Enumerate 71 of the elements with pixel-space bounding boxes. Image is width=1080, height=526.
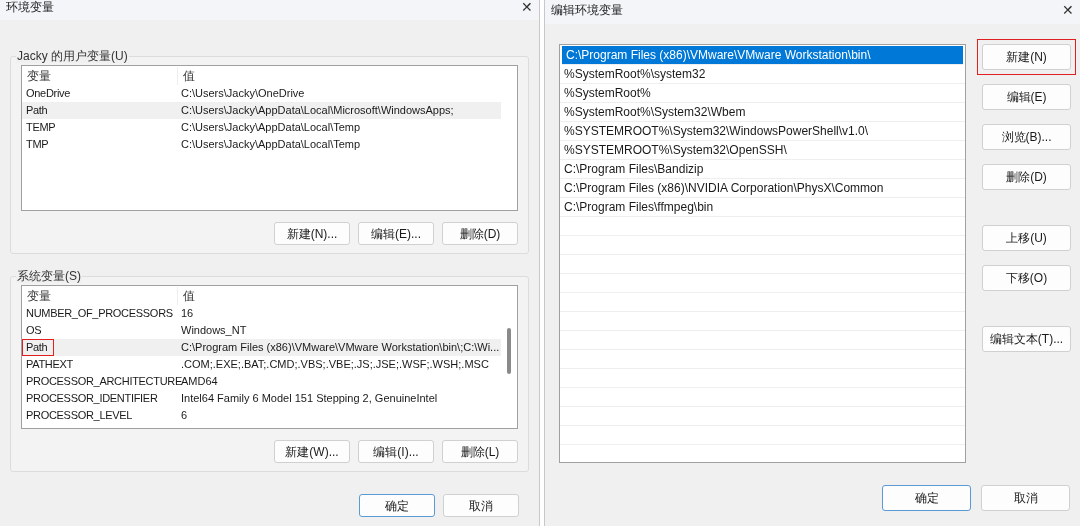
variable-name: OS bbox=[25, 323, 43, 338]
dialog-button[interactable]: 编辑(E)... bbox=[358, 222, 434, 245]
list-row[interactable]: PROCESSOR_LEVEL 6 bbox=[22, 407, 501, 424]
window-title: 环境变量 bbox=[6, 0, 54, 16]
variable-value: C:\Users\Jacky\OneDrive bbox=[180, 86, 305, 102]
window-title: 编辑环境变量 bbox=[551, 2, 623, 19]
list-row[interactable]: NUMBER_OF_PROCESSORS 16 bbox=[22, 305, 501, 322]
list-row[interactable]: OS Windows_NT bbox=[22, 322, 501, 339]
list-row[interactable]: OneDrive C:\Users\Jacky\OneDrive bbox=[22, 85, 501, 102]
list-row[interactable]: PROCESSOR_ARCHITECTUREAMD64 bbox=[22, 373, 501, 390]
variable-name: Path bbox=[25, 103, 49, 118]
side-button[interactable]: 新建(N) bbox=[982, 44, 1071, 70]
variable-value: C:\Users\Jacky\AppData\Local\Microsoft\WindowsApps; bbox=[180, 103, 454, 119]
dialog-button[interactable]: 新建(N)... bbox=[274, 222, 350, 245]
variable-name: OneDrive bbox=[25, 86, 72, 101]
dialog-button[interactable]: 删除(D) bbox=[442, 222, 518, 245]
side-button[interactable]: 编辑文本(T)... bbox=[982, 326, 1071, 352]
variable-name: PROCESSOR_LEVEL bbox=[25, 408, 134, 423]
group-label: Jacky 的用户变量(U) bbox=[15, 48, 130, 63]
variable-value: C:\Program Files (x86)\VMware\VMware Workstation\bin\;C:\Wi... bbox=[180, 340, 500, 356]
scrollbar-thumb[interactable] bbox=[507, 328, 511, 374]
variable-value: C:\Users\Jacky\AppData\Local\Temp bbox=[180, 137, 361, 153]
dialog-button[interactable]: 新建(W)... bbox=[274, 440, 350, 463]
path-entry[interactable]: %SystemRoot%\System32\Wbem bbox=[560, 103, 965, 122]
variable-list[interactable] bbox=[21, 285, 518, 429]
variable-name: NUMBER_OF_PROCESSORS bbox=[25, 306, 174, 321]
variable-value: Intel64 Family 6 Model 151 Stepping 2, GenuineIntel bbox=[180, 391, 438, 407]
variable-value: C:\Users\Jacky\AppData\Local\Temp bbox=[180, 120, 361, 136]
cancel-button[interactable]: 取消 bbox=[981, 485, 1070, 511]
path-entry[interactable]: C:\Program Files (x86)\VMware\VMware Workstation\bin\ bbox=[562, 46, 963, 65]
side-button[interactable]: 浏览(B)... bbox=[982, 124, 1071, 150]
variable-name: TMP bbox=[25, 137, 50, 152]
list-row[interactable]: TEMP C:\Users\Jacky\AppData\Local\Temp bbox=[22, 119, 501, 136]
side-button[interactable]: 下移(O) bbox=[982, 265, 1071, 291]
list-row[interactable]: Path C:\Program Files (x86)\VMware\VMware Workstation\bin\;C:\Wi... bbox=[22, 339, 501, 356]
variable-name: TEMP bbox=[25, 120, 57, 135]
variable-value: .COM;.EXE;.BAT;.CMD;.VBS;.VBE;.JS;.JSE;.WSF;.WSH;.MSC bbox=[180, 357, 489, 373]
list-row[interactable]: PATHEXT .COM;.EXE;.BAT;.CMD;.VBS;.VBE;.JS;.JSE;.WSF;.WSH;.MSC bbox=[22, 356, 501, 373]
side-button[interactable]: 编辑(E) bbox=[982, 84, 1071, 110]
variable-name: Path bbox=[22, 339, 55, 356]
path-entry[interactable]: %SYSTEMROOT%\System32\WindowsPowerShell\v1.0\ bbox=[560, 122, 965, 141]
close-button[interactable]: ✕ bbox=[521, 0, 533, 18]
ok-button[interactable]: 确定 bbox=[359, 494, 435, 517]
dialog-button[interactable]: 编辑(I)... bbox=[358, 440, 434, 463]
dialog-button[interactable]: 删除(L) bbox=[442, 440, 518, 463]
path-entry[interactable]: %SYSTEMROOT%\System32\OpenSSH\ bbox=[560, 141, 965, 160]
column-header[interactable]: 值 bbox=[178, 286, 195, 305]
list-row[interactable]: PROCESSOR_IDENTIFIER Intel64 Family 6 Model 151 Stepping 2, GenuineIntel bbox=[22, 390, 501, 407]
side-button[interactable]: 上移(U) bbox=[982, 225, 1071, 251]
path-entry[interactable]: C:\Program Files\Bandizip bbox=[560, 160, 965, 179]
column-header[interactable]: 变量 bbox=[22, 286, 178, 305]
column-header[interactable]: 值 bbox=[178, 66, 195, 85]
ok-button[interactable]: 确定 bbox=[882, 485, 971, 511]
path-entry[interactable]: %SystemRoot%\system32 bbox=[560, 65, 965, 84]
variable-name: PATHEXT bbox=[25, 357, 74, 372]
column-header[interactable]: 变量 bbox=[22, 66, 178, 85]
path-entry[interactable]: C:\Program Files\ffmpeg\bin bbox=[560, 198, 965, 217]
variable-list[interactable]: 变量 值 OneDrive C:\Users\Jacky\OneDrive Path C:\Users\Jacky\AppData\Local\Microsoft\WindowsApps; TEMP C:\Users\Jacky\AppData\Local\Temp TMP C:\Users\Jacky\AppData\Local\Temp bbox=[21, 65, 518, 211]
variable-name: PROCESSOR_IDENTIFIER bbox=[25, 391, 159, 406]
variable-value: 16 bbox=[180, 306, 194, 322]
path-entry[interactable]: %SystemRoot% bbox=[560, 84, 965, 103]
list-row[interactable]: TMP C:\Users\Jacky\AppData\Local\Temp bbox=[22, 136, 501, 153]
path-entry[interactable]: C:\Program Files (x86)\NVIDIA Corporation\PhysX\Common bbox=[560, 179, 965, 198]
close-button[interactable]: ✕ bbox=[1062, 0, 1074, 21]
path-list[interactable] bbox=[559, 44, 966, 463]
side-button[interactable]: 删除(D) bbox=[982, 164, 1071, 190]
list-row[interactable]: Path C:\Users\Jacky\AppData\Local\Microsoft\WindowsApps; bbox=[22, 102, 501, 119]
group-label: 系统变量(S) bbox=[15, 268, 83, 283]
variable-value: 6 bbox=[180, 408, 188, 424]
cancel-button[interactable]: 取消 bbox=[443, 494, 519, 517]
variable-value: Windows_NT bbox=[180, 323, 247, 339]
